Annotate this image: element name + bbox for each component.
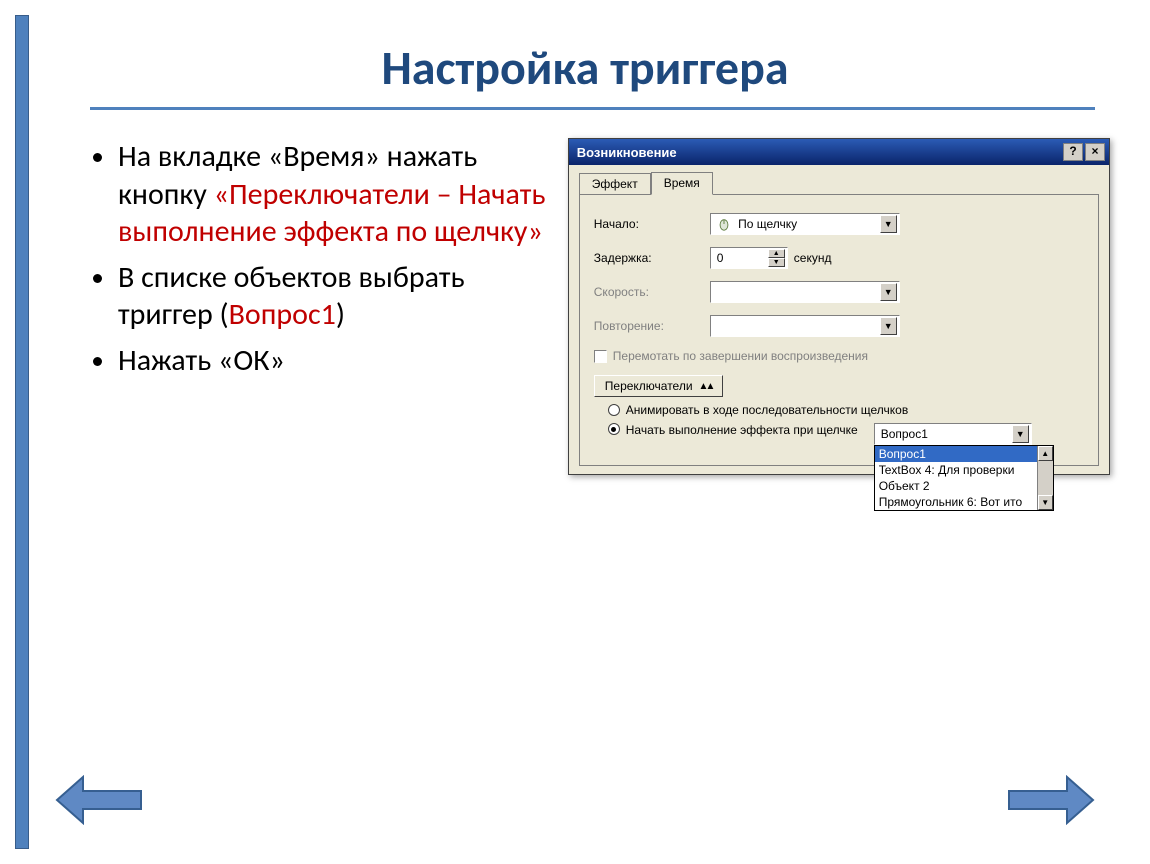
list-item: В списке объектов выбрать триггер (Вопро… bbox=[118, 259, 550, 334]
arrow-right-icon bbox=[1007, 775, 1095, 825]
dropdown-arrow-icon[interactable]: ▼ bbox=[880, 283, 897, 301]
dropdown-item[interactable]: Вопрос1 bbox=[875, 446, 1037, 462]
close-button[interactable]: × bbox=[1085, 143, 1105, 161]
dropdown-arrow-icon[interactable]: ▼ bbox=[1012, 425, 1029, 443]
delay-spinner[interactable]: 0 ▲ ▼ bbox=[710, 247, 788, 269]
delay-value: 0 bbox=[717, 251, 724, 265]
rewind-checkbox[interactable] bbox=[594, 350, 607, 363]
help-button[interactable]: ? bbox=[1063, 143, 1083, 161]
collapse-icon: ▲▲ bbox=[699, 381, 713, 392]
start-select[interactable]: По щелчку ▼ bbox=[710, 213, 900, 235]
repeat-select[interactable]: ▼ bbox=[710, 315, 900, 337]
trigger-object-dropdown: Вопрос1 TextBox 4: Для проверки Объект 2… bbox=[874, 445, 1054, 511]
bullet-list: На вкладке «Время» нажать кнопку «Перекл… bbox=[90, 138, 550, 475]
dialog-titlebar[interactable]: Возникновение ? × bbox=[569, 139, 1109, 165]
dropdown-scrollbar[interactable]: ▲ ▼ bbox=[1037, 446, 1053, 510]
scroll-down-icon[interactable]: ▼ bbox=[1038, 495, 1053, 510]
spin-up-icon[interactable]: ▲ bbox=[768, 249, 785, 258]
scroll-up-icon[interactable]: ▲ bbox=[1038, 446, 1053, 461]
dropdown-item[interactable]: Прямоугольник 6: Вот ито bbox=[875, 494, 1037, 510]
arrow-left-icon bbox=[55, 775, 143, 825]
list-item: На вкладке «Время» нажать кнопку «Перекл… bbox=[118, 138, 550, 251]
label-repeat: Повторение: bbox=[594, 319, 704, 333]
trigger-object-select[interactable]: Вопрос1 ▼ bbox=[874, 423, 1032, 445]
label-start: Начало: bbox=[594, 217, 704, 231]
tab-content-time: Начало: По щелчку ▼ Задержка: 0 bbox=[579, 194, 1099, 466]
toggles-button-label: Переключатели bbox=[605, 379, 693, 393]
radio-animate-sequence[interactable] bbox=[608, 404, 620, 416]
label-radio-sequence: Анимировать в ходе последовательности ще… bbox=[626, 403, 908, 417]
dialog-title: Возникновение bbox=[577, 145, 677, 160]
toggles-button[interactable]: Переключатели ▲▲ bbox=[594, 375, 724, 397]
tabs: Эффект Время bbox=[579, 171, 1099, 194]
dropdown-arrow-icon[interactable]: ▼ bbox=[880, 215, 897, 233]
prev-slide-button[interactable] bbox=[55, 775, 143, 830]
bullet-text: Нажать «ОК» bbox=[118, 342, 285, 379]
title-underline bbox=[90, 107, 1095, 110]
effect-options-dialog: Возникновение ? × Эффект Время Начало: bbox=[568, 138, 1110, 475]
mouse-icon bbox=[717, 217, 731, 231]
bullet-text: ) bbox=[336, 296, 345, 333]
label-speed: Скорость: bbox=[594, 285, 704, 299]
slide-side-accent bbox=[15, 15, 29, 849]
slide-title: Настройка триггера bbox=[60, 20, 1110, 107]
trigger-object-value: Вопрос1 bbox=[881, 427, 928, 441]
dropdown-item[interactable]: Объект 2 bbox=[875, 478, 1037, 494]
list-item: Нажать «ОК» bbox=[118, 342, 550, 380]
dropdown-arrow-icon[interactable]: ▼ bbox=[880, 317, 897, 335]
spin-down-icon[interactable]: ▼ bbox=[768, 258, 785, 267]
tab-effect[interactable]: Эффект bbox=[579, 173, 651, 195]
label-seconds: секунд bbox=[794, 251, 832, 265]
speed-select[interactable]: ▼ bbox=[710, 281, 900, 303]
dropdown-item[interactable]: TextBox 4: Для проверки bbox=[875, 462, 1037, 478]
label-delay: Задержка: bbox=[594, 251, 704, 265]
label-rewind: Перемотать по завершении воспроизведения bbox=[613, 349, 868, 363]
next-slide-button[interactable] bbox=[1007, 775, 1095, 830]
label-radio-click: Начать выполнение эффекта при щелчке bbox=[626, 423, 858, 437]
start-value: По щелчку bbox=[738, 217, 797, 231]
bullet-highlight: Вопрос1 bbox=[229, 296, 336, 333]
tab-time[interactable]: Время bbox=[651, 172, 713, 195]
radio-start-on-click[interactable] bbox=[608, 423, 620, 435]
